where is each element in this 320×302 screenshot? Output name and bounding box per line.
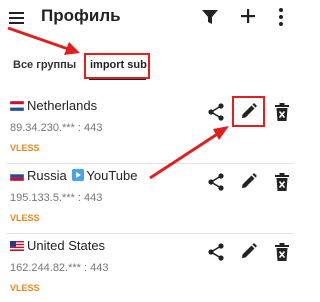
more-icon[interactable] (272, 7, 290, 27)
netherlands-flag-icon (10, 101, 24, 111)
server-address: 89.34.230.*** : 443 (10, 122, 103, 134)
play-button-icon (72, 169, 85, 181)
server-protocol: VLESS (10, 143, 40, 153)
tab-bar: Все группы import sub (0, 46, 300, 88)
edit-icon[interactable] (240, 243, 257, 260)
delete-icon[interactable] (275, 173, 289, 191)
server-address: 195.133.5.*** : 443 (10, 192, 103, 204)
tab-all-groups[interactable]: Все группы (13, 59, 76, 71)
server-row-netherlands[interactable]: Netherlands 89.34.230.*** : 443 VLESS (0, 96, 300, 164)
server-name-text: Netherlands (27, 98, 98, 113)
server-name-text: Russia (27, 168, 67, 183)
delete-icon[interactable] (275, 103, 289, 121)
share-icon[interactable] (208, 243, 224, 261)
edit-icon[interactable] (240, 173, 257, 190)
tab-highlight-box (84, 53, 150, 79)
share-icon[interactable] (208, 173, 224, 191)
server-address: 162.244.82.*** : 443 (10, 262, 109, 274)
server-row-united-states[interactable]: United States 162.244.82.*** : 443 VLESS (0, 236, 300, 302)
server-name: United States (10, 238, 105, 253)
divider (6, 163, 294, 164)
share-icon[interactable] (208, 103, 224, 121)
divider (6, 233, 294, 234)
russia-flag-icon (10, 171, 24, 181)
server-name: Netherlands (10, 98, 97, 113)
menu-icon[interactable] (8, 9, 28, 27)
add-icon[interactable] (238, 6, 258, 26)
server-name-text: United States (27, 238, 106, 253)
app-bar: Профиль (0, 0, 300, 36)
server-protocol: VLESS (10, 213, 40, 223)
page-title: Профиль (41, 6, 121, 25)
edit-highlight-box (232, 96, 265, 127)
filter-icon[interactable] (201, 8, 219, 26)
server-name-suffix: YouTube (86, 168, 138, 183)
server-row-russia[interactable]: Russia YouTube 195.133.5.*** : 443 VLESS (0, 166, 300, 234)
delete-icon[interactable] (275, 243, 289, 261)
server-name: Russia YouTube (10, 168, 137, 183)
usa-flag-icon (10, 241, 24, 251)
server-protocol: VLESS (10, 283, 40, 293)
